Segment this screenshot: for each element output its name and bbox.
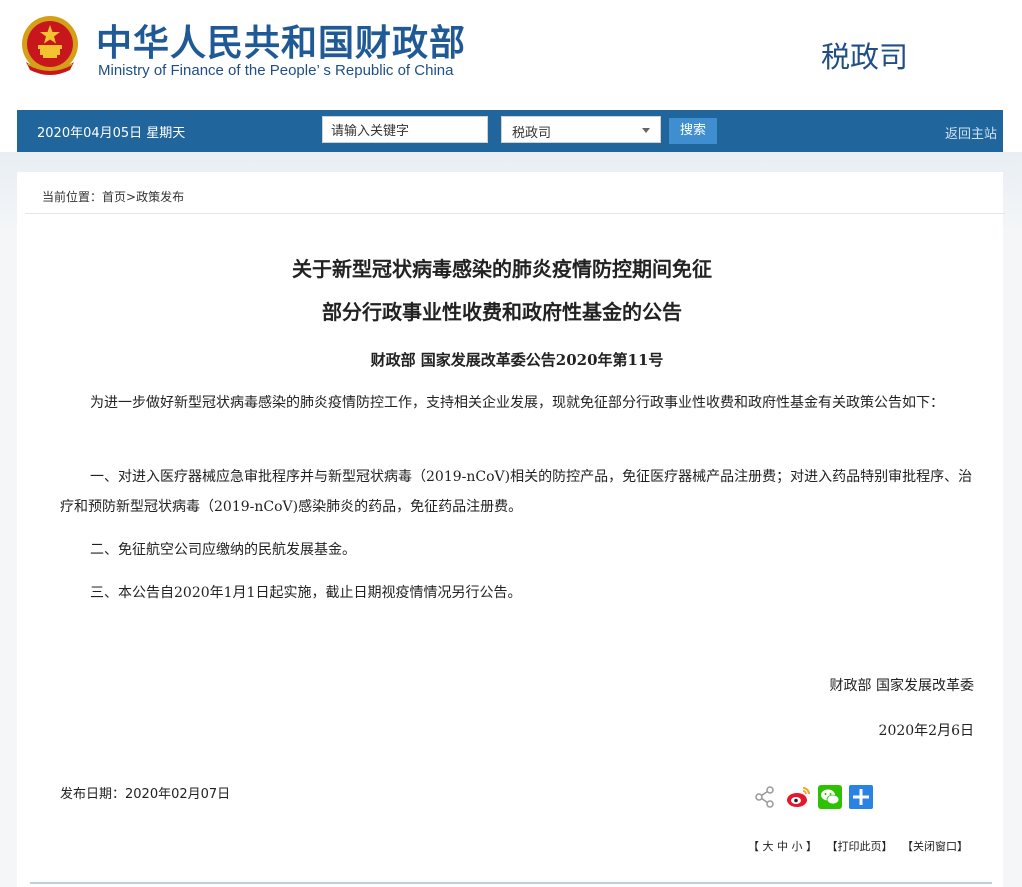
chevron-down-icon xyxy=(642,128,650,133)
wechat-icon[interactable] xyxy=(818,785,842,809)
publish-date: 发布日期：2020年02月07日 xyxy=(60,787,231,802)
print-page-link[interactable]: 【打印此页】 xyxy=(827,840,893,853)
document-number: 财政部 国家发展改革委公告2020年第11号 xyxy=(370,351,664,369)
footer-links: 【 大 中 小 】 【打印此页】 【关闭窗口】 xyxy=(748,838,974,854)
bottom-divider xyxy=(30,882,992,884)
share-icon[interactable] xyxy=(753,785,777,809)
category-select[interactable]: 税政司 xyxy=(501,116,661,143)
search-input[interactable] xyxy=(322,116,488,143)
current-date: 2020年04月05日 星期天 xyxy=(37,126,186,141)
breadcrumb-prefix: 当前位置： xyxy=(42,190,103,204)
search-button[interactable]: 搜索 xyxy=(669,118,717,144)
breadcrumb-section-link[interactable]: 政策发布 xyxy=(136,190,184,204)
national-emblem-icon xyxy=(18,14,82,78)
divider xyxy=(25,213,1005,214)
department-name: 税政司 xyxy=(821,40,909,74)
close-window-link[interactable]: 【关闭窗口】 xyxy=(902,840,968,853)
font-size-control[interactable]: 【 大 中 小 】 xyxy=(748,840,817,853)
signers: 财政部 国家发展改革委 xyxy=(829,678,974,694)
paragraph-item-1: 一、对进入医疗器械应急审批程序并与新型冠状病毒（2019-nCoV)相关的防控产… xyxy=(60,469,973,515)
paragraph-item-2: 二、免征航空公司应缴纳的民航发展基金。 xyxy=(90,542,356,558)
return-home-link[interactable]: 返回主站 xyxy=(945,123,997,142)
paragraph-intro: 为进一步做好新型冠状病毒感染的肺炎疫情防控工作，支持相关企业发展，现就免征部分行… xyxy=(90,395,944,411)
site-title-en: Ministry of Finance of the People’ s Rep… xyxy=(98,62,454,79)
breadcrumb-home-link[interactable]: 首页 xyxy=(102,190,126,204)
add-share-icon[interactable] xyxy=(849,785,873,809)
top-nav-bar: 2020年04月05日 星期天 税政司 搜索 返回主站 xyxy=(17,110,1003,152)
sign-date: 2020年2月6日 xyxy=(878,723,974,739)
article-title-line2: 部分行政事业性收费和政府性基金的公告 xyxy=(322,300,682,324)
site-title-cn: 中华人民共和国财政部 xyxy=(96,23,467,64)
breadcrumb-separator: > xyxy=(126,190,137,204)
site-header: 中华人民共和国财政部 Ministry of Finance of the Pe… xyxy=(0,0,1022,110)
category-select-value: 税政司 xyxy=(512,126,552,141)
breadcrumb: 当前位置：首页>政策发布 xyxy=(42,188,184,205)
article-title-line1: 关于新型冠状病毒感染的肺炎疫情防控期间免征 xyxy=(292,257,712,281)
paragraph-item-3: 三、本公告自2020年1月1日起实施，截止日期视疫情情况另行公告。 xyxy=(90,585,522,601)
weibo-icon[interactable] xyxy=(786,785,810,809)
